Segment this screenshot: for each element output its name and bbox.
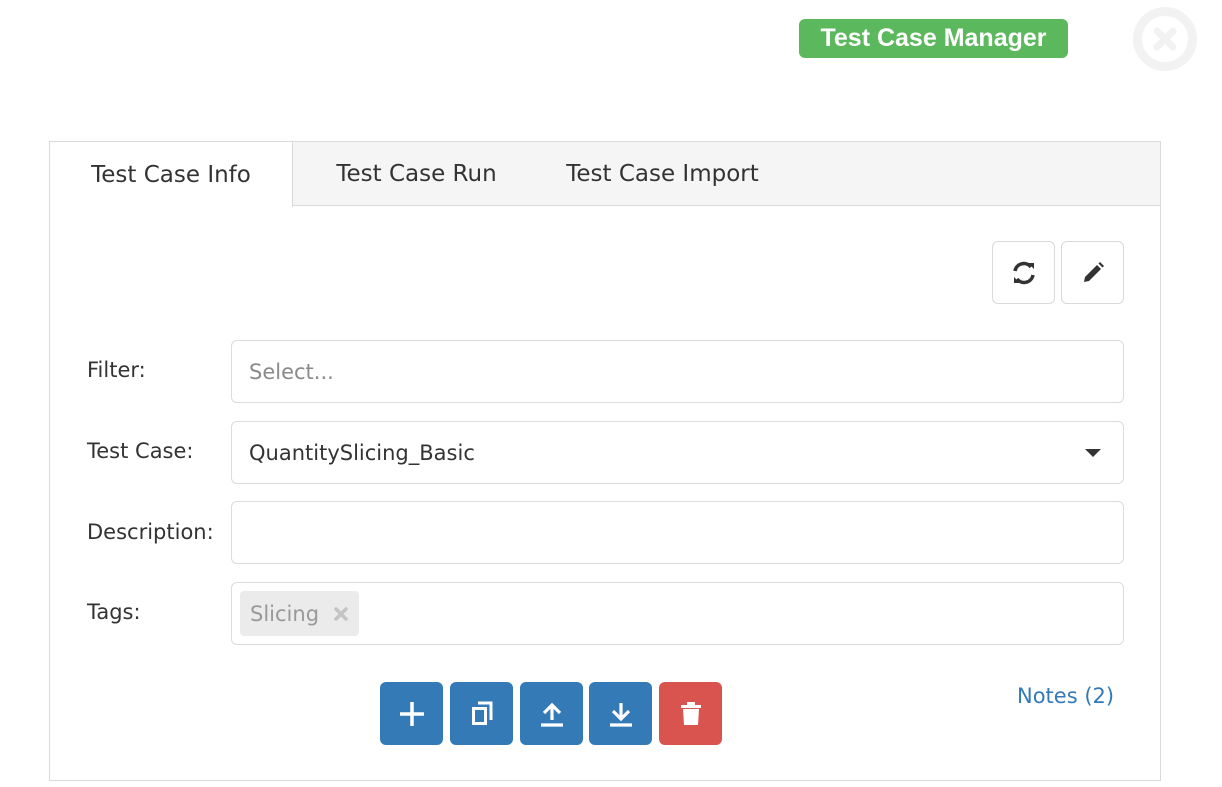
- filter-placeholder: Select...: [249, 359, 334, 384]
- filter-select[interactable]: Select...: [231, 340, 1124, 403]
- app-title-badge: Test Case Manager: [799, 19, 1068, 58]
- description-label: Description:: [87, 520, 214, 544]
- test-case-panel: Test Case Info Test Case Run Test Case I…: [49, 141, 1161, 781]
- tags-label: Tags:: [87, 600, 141, 624]
- copy-test-case-button[interactable]: [450, 682, 513, 745]
- tab-test-case-info[interactable]: Test Case Info: [50, 142, 293, 207]
- close-icon: [1142, 16, 1188, 62]
- delete-button[interactable]: [659, 682, 722, 745]
- tag-chip: Slicing: [240, 591, 360, 636]
- test-case-select[interactable]: QuantitySlicing_Basic: [231, 421, 1124, 484]
- tab-test-case-run[interactable]: Test Case Run: [320, 142, 513, 206]
- filter-label: Filter:: [87, 358, 146, 382]
- tab-label: Test Case Import: [566, 161, 759, 187]
- add-test-case-button[interactable]: [380, 682, 443, 745]
- upload-button[interactable]: [520, 682, 583, 745]
- edit-button[interactable]: [1061, 241, 1124, 304]
- tags-input[interactable]: Slicing: [231, 582, 1124, 645]
- notes-link[interactable]: Notes (2): [1017, 684, 1114, 708]
- tab-label: Test Case Run: [336, 161, 497, 187]
- description-input[interactable]: [231, 501, 1124, 564]
- remove-tag-icon[interactable]: [333, 606, 349, 622]
- trash-icon: [680, 701, 701, 725]
- refresh-button[interactable]: [992, 241, 1055, 304]
- copy-icon: [471, 701, 492, 725]
- tab-bar: Test Case Info Test Case Run Test Case I…: [50, 142, 1160, 207]
- close-button[interactable]: [1133, 7, 1197, 71]
- pencil-icon: [1083, 261, 1104, 282]
- chevron-down-icon: [1085, 449, 1101, 457]
- app-title: Test Case Manager: [820, 24, 1047, 52]
- tab-label: Test Case Info: [91, 161, 251, 188]
- tab-test-case-import[interactable]: Test Case Import: [550, 142, 775, 206]
- upload-icon: [540, 702, 563, 727]
- download-icon: [609, 702, 632, 727]
- test-case-value: QuantitySlicing_Basic: [249, 440, 475, 465]
- download-button[interactable]: [589, 682, 652, 745]
- plus-icon: [399, 701, 424, 726]
- refresh-icon: [1012, 261, 1035, 284]
- test-case-label: Test Case:: [87, 439, 194, 463]
- tag-label: Slicing: [250, 601, 320, 626]
